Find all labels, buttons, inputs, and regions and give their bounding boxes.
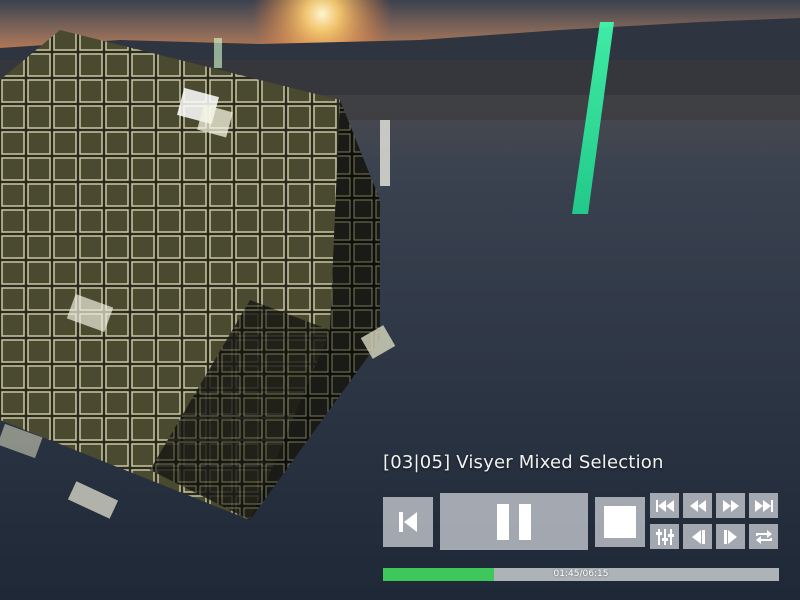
step-back-icon (691, 529, 705, 544)
pause-icon (497, 503, 531, 540)
fast-forward-button[interactable] (716, 493, 745, 518)
last-button[interactable] (749, 493, 778, 518)
first-button[interactable] (650, 493, 679, 518)
skip-last-icon (754, 499, 773, 512)
pause-button[interactable] (440, 493, 588, 550)
skip-first-icon (655, 499, 674, 512)
repeat-button[interactable] (749, 524, 778, 549)
skip-back-icon (399, 512, 417, 532)
rewind-button[interactable] (683, 493, 712, 518)
step-back-button[interactable] (683, 524, 712, 549)
previous-button[interactable] (383, 497, 433, 547)
repeat-icon (755, 529, 772, 544)
sliders-icon (655, 528, 674, 545)
fast-forward-icon (722, 499, 739, 512)
equalizer-button[interactable] (650, 524, 679, 549)
progress-bar[interactable]: 01:45/06:15 (383, 568, 779, 581)
step-forward-button[interactable] (716, 524, 745, 549)
step-forward-icon (723, 529, 737, 544)
track-title: [03|05] Visyer Mixed Selection (383, 452, 664, 473)
stop-icon (604, 506, 636, 538)
stop-button[interactable] (595, 497, 645, 547)
time-display: 01:45/06:15 (553, 569, 609, 579)
rewind-icon (689, 499, 706, 512)
